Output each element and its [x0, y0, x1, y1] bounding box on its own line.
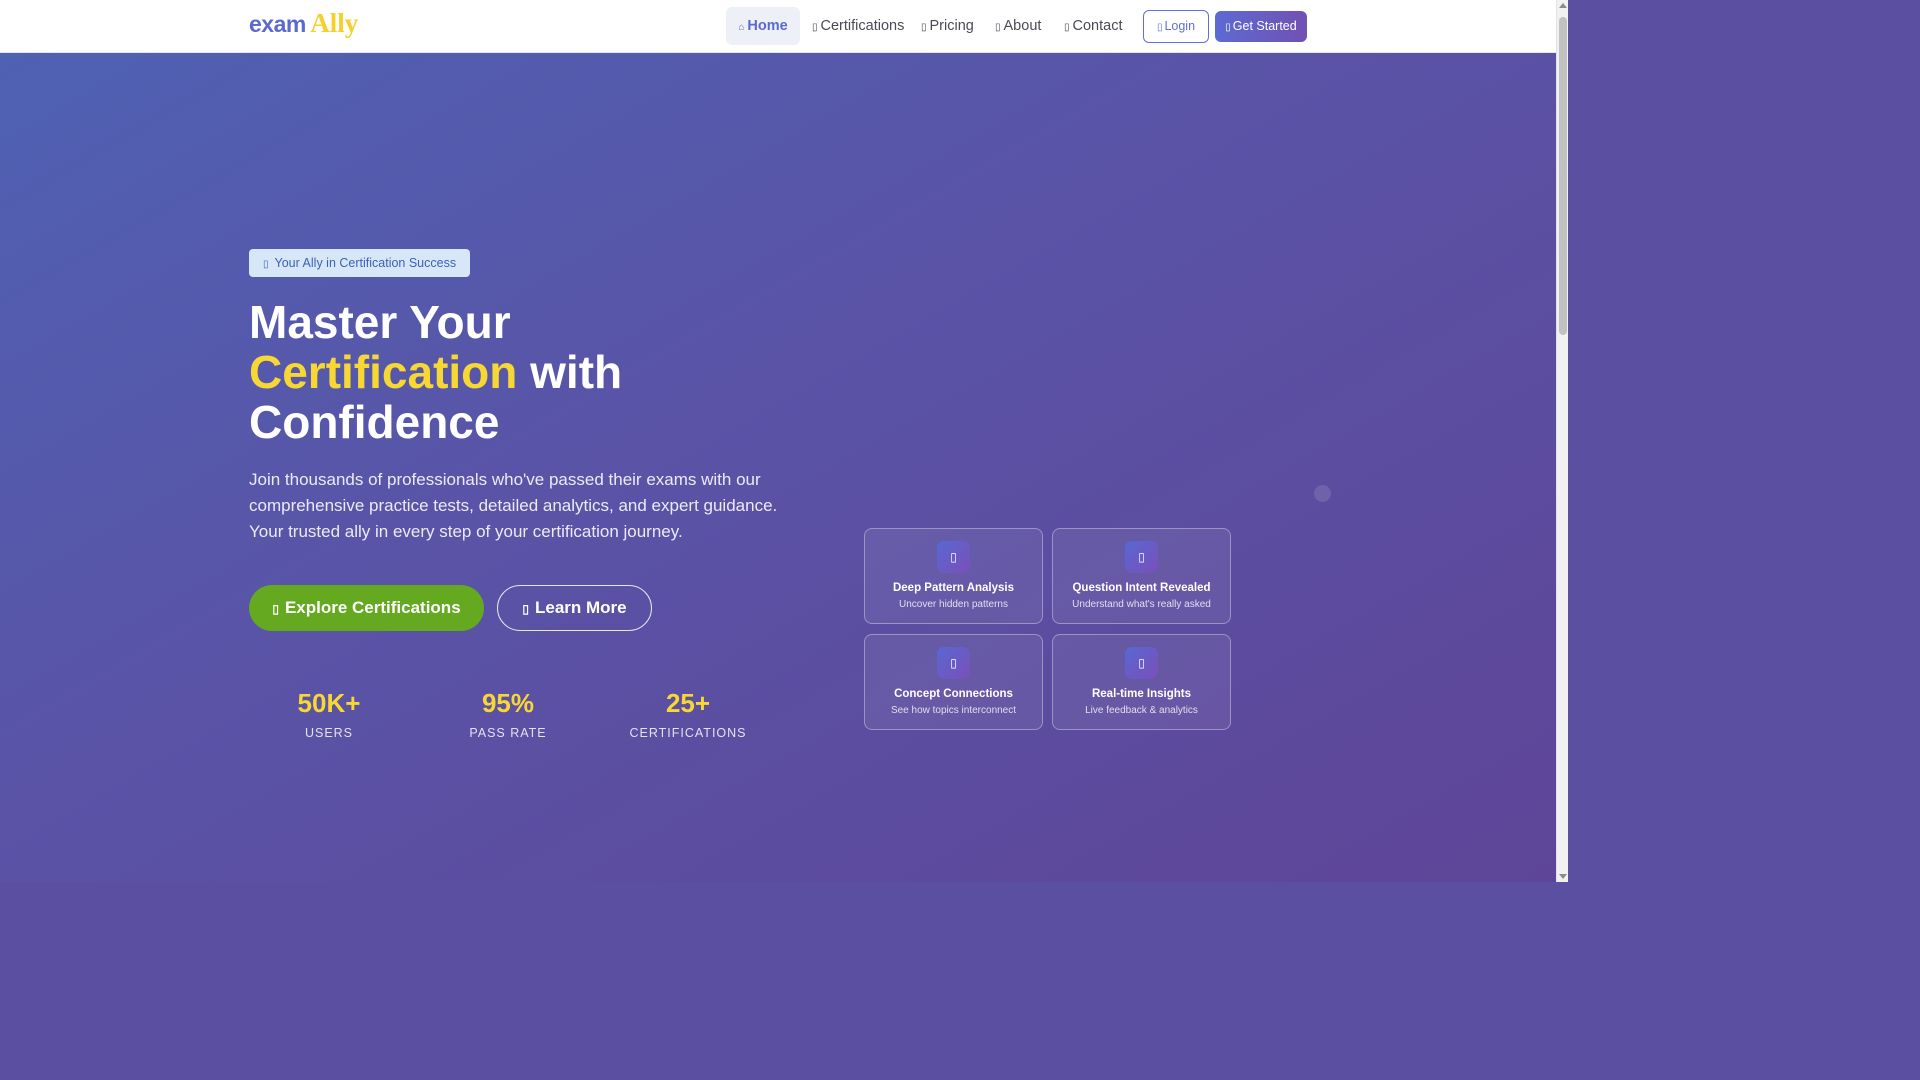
decorative-dot	[1314, 485, 1331, 502]
stat-label: CERTIFICATIONS	[629, 726, 747, 740]
nav-pricing-link[interactable]: ▯ Pricing	[921, 7, 974, 45]
feature-subtitle: Uncover hidden patterns	[899, 599, 1008, 610]
navbar: exam Ally ⌂ Home ▯ Certifications ▯ Pricing…	[0, 0, 1556, 53]
shield-icon: ▯	[263, 259, 269, 270]
login-button[interactable]: ▯ Login	[1143, 10, 1209, 43]
nav-certifications-label: Certifications	[820, 18, 905, 34]
chart-icon: ▯	[937, 541, 970, 573]
scroll-up-arrow-icon[interactable]	[1559, 3, 1567, 8]
envelope-icon: ▯	[1064, 22, 1070, 33]
hero-badge-text: Your Ally in Certification Success	[274, 256, 457, 270]
feature-subtitle: Understand what's really asked	[1072, 599, 1211, 610]
get-started-button[interactable]: ▯ Get Started	[1215, 11, 1307, 42]
brand-name-part2: Ally	[310, 8, 359, 38]
headline-highlight: Certification	[249, 346, 518, 398]
login-label: Login	[1164, 19, 1196, 33]
nav-about-label: About	[1003, 18, 1042, 34]
home-icon: ⌂	[738, 22, 745, 33]
hero-headline: Master Your Certification with Confidenc…	[249, 297, 809, 447]
feature-subtitle: Live feedback & analytics	[1085, 705, 1198, 716]
scrollbar-thumb[interactable]	[1559, 17, 1567, 335]
stat-users: 50K+ USERS	[249, 689, 409, 740]
stat-label: USERS	[304, 726, 354, 740]
tag-icon: ▯	[921, 22, 927, 33]
info-icon: ▯	[995, 22, 1001, 33]
hero-description: Join thousands of professionals who've p…	[249, 470, 778, 541]
nav-contact-label: Contact	[1072, 18, 1123, 34]
feature-title: Concept Connections	[894, 688, 1013, 700]
hero-section: ▯ Your Ally in Certification Success Mast…	[0, 53, 1556, 882]
feature-title: Real-time Insights	[1091, 688, 1192, 700]
pulse-icon: ▯	[1125, 647, 1158, 679]
feature-title: Question Intent Revealed	[1072, 582, 1211, 594]
network-icon: ▯	[937, 647, 970, 679]
headline-line1: Master Your	[249, 296, 511, 348]
feature-card-pattern-analysis[interactable]: ▯ Deep Pattern Analysis Uncover hidden p…	[864, 528, 1043, 624]
nav-home-link[interactable]: ⌂ Home	[726, 7, 800, 45]
feature-card-concept-connections[interactable]: ▯ Concept Connections See how topics int…	[864, 634, 1043, 730]
brand-logo[interactable]: exam Ally	[249, 8, 358, 39]
compass-icon: ▯	[272, 602, 279, 616]
rocket-icon: ▯	[1225, 22, 1231, 33]
lightbulb-icon: ▯	[1125, 541, 1158, 573]
feature-subtitle: See how topics interconnect	[890, 705, 1017, 716]
stat-label: PASS RATE	[469, 726, 547, 740]
feature-card-question-intent[interactable]: ▯ Question Intent Revealed Understand wh…	[1052, 528, 1231, 624]
headline-with: with	[530, 346, 623, 398]
info-circle-icon: ▯	[522, 602, 529, 616]
learn-more-label: Learn More	[534, 598, 627, 617]
nav-about-link[interactable]: ▯ About	[995, 7, 1041, 45]
nav-contact-link[interactable]: ▯ Contact	[1064, 7, 1123, 45]
learn-more-button[interactable]: ▯ Learn More	[497, 585, 652, 631]
nav-home-label: Home	[747, 18, 788, 34]
brand-name-part1: exam	[249, 11, 306, 37]
stat-value: 50K+	[297, 688, 361, 718]
scroll-down-arrow-icon[interactable]	[1559, 874, 1567, 879]
headline-line3: Confidence	[249, 396, 500, 448]
explore-certifications-button[interactable]: ▯ Explore Certifications	[249, 585, 484, 631]
sign-in-icon: ▯	[1156, 22, 1163, 33]
stat-value: 25+	[665, 688, 711, 718]
nav-pricing-label: Pricing	[929, 18, 974, 34]
nav-certifications-link[interactable]: ▯ Certifications	[812, 7, 904, 45]
feature-card-realtime-insights[interactable]: ▯ Real-time Insights Live feedback & ana…	[1052, 634, 1231, 730]
certificate-icon: ▯	[812, 22, 818, 33]
page-scrollbar[interactable]	[1556, 0, 1568, 882]
stat-pass-rate: 95% PASS RATE	[428, 689, 588, 740]
stat-value: 95%	[481, 688, 535, 718]
stat-certifications: 25+ CERTIFICATIONS	[608, 689, 768, 740]
feature-title: Deep Pattern Analysis	[892, 582, 1014, 594]
get-started-label: Get Started	[1232, 19, 1297, 33]
explore-label: Explore Certifications	[284, 598, 461, 617]
hero-badge: ▯ Your Ally in Certification Success	[249, 249, 471, 277]
